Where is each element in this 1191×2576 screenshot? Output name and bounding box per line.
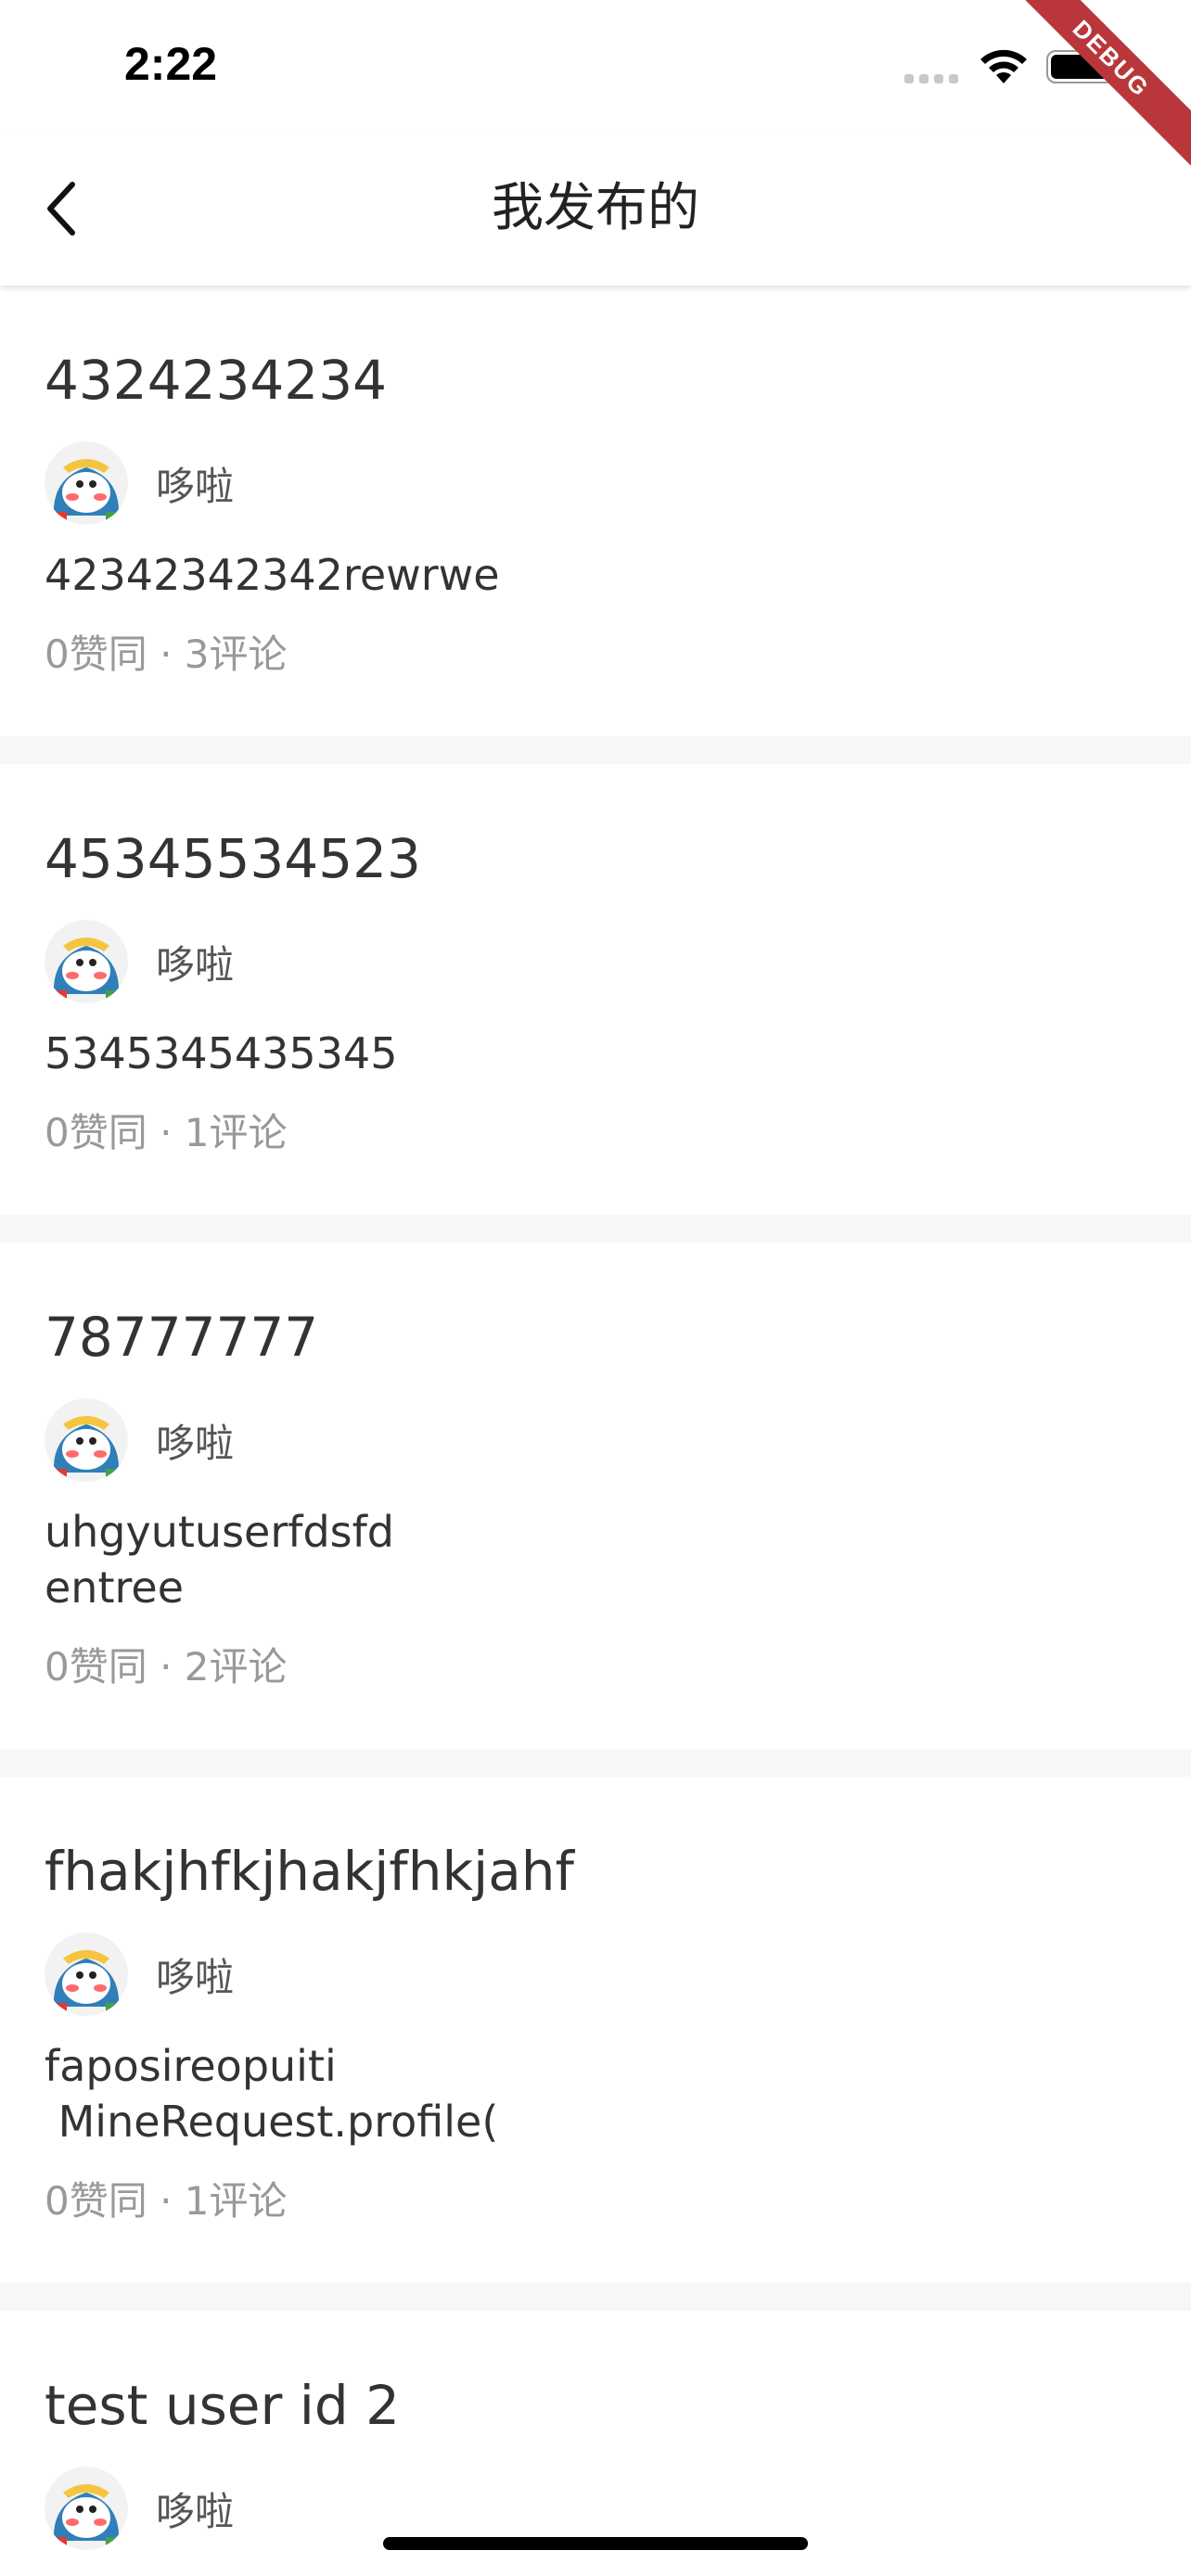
author-name: 哆啦 xyxy=(156,941,235,988)
author-row: 哆啦 xyxy=(45,441,1146,525)
post-title: 4324234234 xyxy=(45,349,388,412)
wifi-icon xyxy=(980,49,1027,83)
avatar xyxy=(45,1398,128,1482)
post-title: 45345534523 xyxy=(45,827,421,890)
author-name: 哆啦 xyxy=(156,2488,235,2534)
post-title: test user id 2 xyxy=(45,2374,401,2437)
post-stats: 0赞同 · 1评论 xyxy=(45,1110,288,1155)
avatar xyxy=(45,2467,128,2550)
status-bar: 2:22 xyxy=(0,0,1191,132)
post-list[interactable]: 4324234234 哆啦 42342342342rewrwe 0赞同 · 3评… xyxy=(0,286,1191,2576)
app-bar: 我发布的 xyxy=(0,132,1191,286)
post-stats: 0赞同 · 1评论 xyxy=(45,2178,288,2224)
author-row: 哆啦 xyxy=(45,1398,1146,1482)
author-name: 哆啦 xyxy=(156,1954,235,2000)
avatar xyxy=(45,441,128,525)
chevron-left-icon xyxy=(47,182,75,236)
author-row: 哆啦 xyxy=(45,920,1146,1003)
post-body: faposireopuiti MineRequest.profile( xyxy=(45,2041,499,2147)
author-name: 哆啦 xyxy=(156,463,235,509)
post-body: uhgyutuserfdsfd entree xyxy=(45,1507,395,1613)
post-body: 5345345435345 xyxy=(45,1028,398,1078)
post-card[interactable]: 45345534523 哆啦 5345345435345 0赞同 · 1评论 xyxy=(0,764,1191,1215)
page-title: 我发布的 xyxy=(492,178,699,238)
post-stats: 0赞同 · 2评论 xyxy=(45,1644,288,1690)
author-name: 哆啦 xyxy=(156,1420,235,1466)
post-body: 42342342342rewrwe xyxy=(45,550,500,600)
screen: 2:22 DEBUG 我发布的 4324234234 哆啦 4234234234… xyxy=(0,0,1191,2576)
post-card[interactable]: 78777777 哆啦 uhgyutuserfdsfd entree 0赞同 ·… xyxy=(0,1243,1191,1749)
avatar xyxy=(45,1932,128,2016)
author-row: 哆啦 xyxy=(45,1932,1146,2016)
post-card[interactable]: 4324234234 哆啦 42342342342rewrwe 0赞同 · 3评… xyxy=(0,286,1191,736)
cellular-signal-icon xyxy=(904,74,958,83)
home-indicator[interactable] xyxy=(383,2537,808,2550)
back-button[interactable] xyxy=(32,167,91,250)
post-stats: 0赞同 · 3评论 xyxy=(45,631,288,677)
status-time: 2:22 xyxy=(124,38,218,90)
avatar xyxy=(45,920,128,1003)
post-card[interactable]: fhakjhfkjhakjfhkjahf 哆啦 faposireopuiti M… xyxy=(0,1777,1191,2283)
post-title: fhakjhfkjhakjfhkjahf xyxy=(45,1840,574,1903)
post-title: 78777777 xyxy=(45,1306,319,1369)
